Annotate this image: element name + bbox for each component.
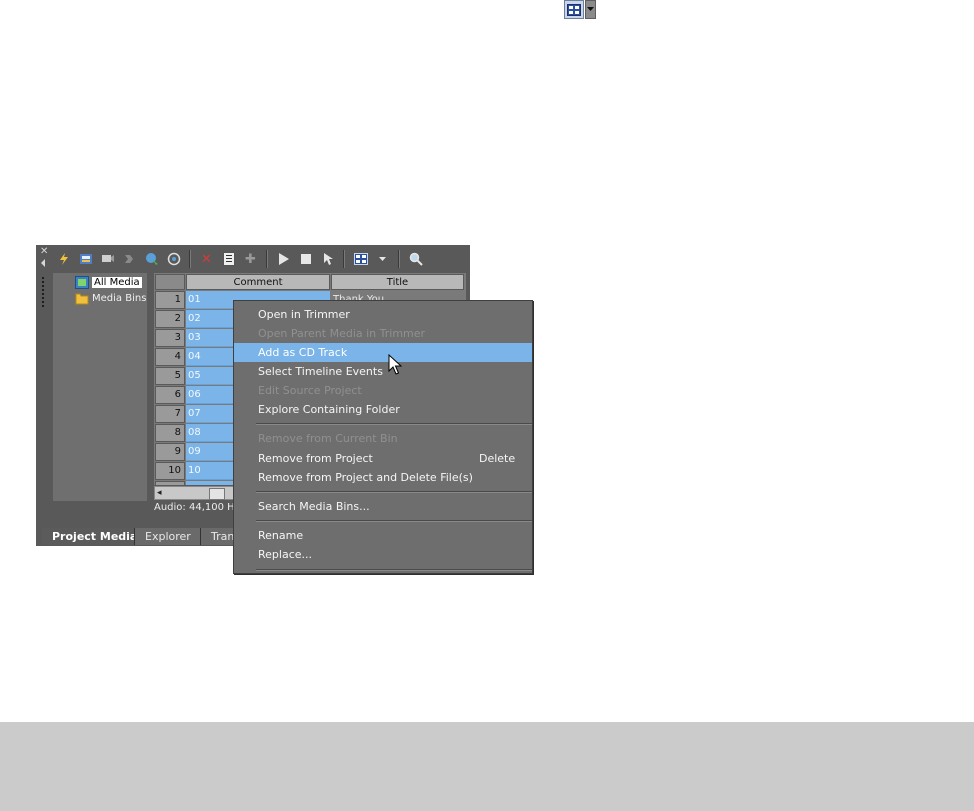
menu-separator — [256, 491, 532, 493]
drag-handle-icon[interactable] — [42, 277, 44, 307]
row-number: 6 — [155, 386, 185, 404]
views-dropdown-icon[interactable] — [373, 250, 392, 269]
table-corner — [155, 274, 185, 290]
close-icon[interactable]: ✕ — [40, 247, 48, 257]
row-number: 8 — [155, 424, 185, 442]
menu-item-label: Remove from Project — [258, 452, 373, 465]
all-media-icon — [75, 275, 89, 289]
menu-item[interactable]: Add as CD Track — [234, 343, 532, 362]
chevron-down-icon[interactable] — [585, 0, 596, 19]
properties-icon[interactable] — [219, 250, 238, 269]
menu-item-label: Remove from Project and Delete File(s) — [258, 471, 473, 484]
tree-item-all-media[interactable]: All Media — [75, 275, 142, 289]
stop-icon[interactable] — [296, 250, 315, 269]
row-number: 2 — [155, 310, 185, 328]
toolbar-separator — [189, 250, 191, 268]
menu-item[interactable]: Explore Containing Folder — [234, 400, 532, 419]
remove-icon[interactable]: ✕ — [197, 250, 216, 269]
get-media-web-icon[interactable] — [120, 250, 139, 269]
row-number: 5 — [155, 367, 185, 385]
row-number: 7 — [155, 405, 185, 423]
menu-item[interactable]: Remove from Project and Delete File(s) — [234, 468, 532, 487]
views-icon[interactable] — [351, 250, 370, 269]
menu-item-label: Replace... — [258, 548, 313, 561]
row-number: 3 — [155, 329, 185, 347]
menu-item[interactable]: Open in Trimmer — [234, 305, 532, 324]
menu-item-label: Open Parent Media in Trimmer — [258, 327, 426, 340]
menu-item: Open Parent Media in Trimmer — [234, 324, 532, 343]
menu-item[interactable]: Rename — [234, 526, 532, 545]
tree-item-media-bins[interactable]: Media Bins — [75, 291, 146, 305]
menu-item[interactable]: Replace... — [234, 545, 532, 564]
search-icon[interactable] — [406, 250, 425, 269]
grid-view-icon[interactable] — [564, 0, 584, 19]
mouse-cursor-icon — [388, 354, 402, 375]
menu-item[interactable]: Search Media Bins... — [234, 497, 532, 516]
tree-item-label: Media Bins — [92, 292, 147, 304]
menu-item[interactable]: Select Timeline Events — [234, 362, 532, 381]
menu-separator — [256, 569, 532, 571]
menu-item[interactable]: Remove from Project Delete — [234, 449, 532, 468]
menu-item-label: Rename — [258, 529, 304, 542]
menu-item: Edit Source Project — [234, 381, 532, 400]
menu-item-shortcut: Delete — [479, 452, 516, 465]
row-number: 4 — [155, 348, 185, 366]
menu-item-label: Add as CD Track — [258, 346, 348, 359]
get-media-icon[interactable] — [142, 250, 161, 269]
import-media-icon[interactable] — [76, 250, 95, 269]
tree-item-label: All Media — [92, 276, 142, 288]
menu-item-label: Explore Containing Folder — [258, 403, 400, 416]
footer-band — [0, 722, 974, 811]
capture-video-icon[interactable] — [98, 250, 117, 269]
menu-item: Remove from Current Bin — [234, 429, 532, 448]
project-media-toolbar: ✕ ✚ — [54, 248, 464, 270]
row-number: 9 — [155, 443, 185, 461]
tab-project-media[interactable]: Project Media — [42, 528, 148, 545]
toolbar-separator — [343, 250, 345, 268]
media-bins-tree: All Media Media Bins — [53, 273, 147, 501]
window-docking-grip[interactable]: ✕ — [36, 245, 52, 525]
scroll-left-icon[interactable]: ◂ — [157, 487, 162, 499]
menu-item-label: Search Media Bins... — [258, 500, 370, 513]
toolbar-separator — [398, 250, 400, 268]
extract-audio-icon[interactable] — [164, 250, 183, 269]
menu-item-label: Select Timeline Events — [258, 365, 383, 378]
menu-separator — [256, 520, 532, 522]
scrollbar-thumb[interactable] — [209, 488, 225, 500]
context-menu: Open in Trimmer Open Parent Media in Trim… — [233, 300, 533, 574]
menu-item-label: Open in Trimmer — [258, 308, 350, 321]
row-number: 10 — [155, 462, 185, 480]
menu-separator — [256, 423, 532, 425]
collapse-arrow-icon[interactable] — [41, 259, 45, 267]
auto-preview-icon[interactable] — [54, 250, 73, 269]
play-icon[interactable] — [274, 250, 293, 269]
column-header-title[interactable]: Title — [331, 274, 464, 290]
menu-item-label: Remove from Current Bin — [258, 432, 398, 445]
toolbar-separator — [266, 250, 268, 268]
status-text: Audio: 44,100 Hz — [154, 502, 240, 513]
column-header-comment[interactable]: Comment — [186, 274, 330, 290]
row-number: 1 — [155, 291, 185, 309]
tab-explorer[interactable]: Explorer — [134, 528, 201, 545]
view-mode-button[interactable] — [564, 0, 600, 20]
row-number: 11 — [155, 481, 185, 485]
auto-preview-toggle-icon[interactable] — [318, 250, 337, 269]
folder-icon — [75, 292, 89, 305]
media-fx-icon[interactable]: ✚ — [241, 250, 260, 269]
menu-item-label: Edit Source Project — [258, 384, 362, 397]
